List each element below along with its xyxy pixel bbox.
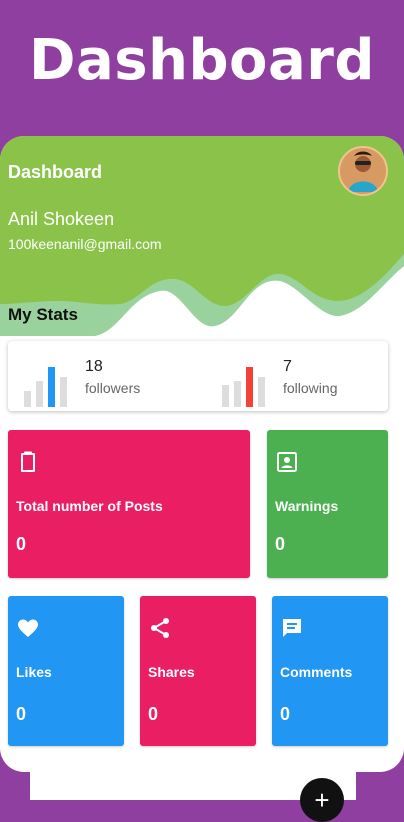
following-label: following [283, 380, 338, 396]
warnings-label: Warnings [275, 498, 339, 514]
bar-chart-icon [222, 367, 265, 407]
comments-label: Comments [280, 664, 353, 680]
comments-value: 0 [280, 704, 291, 724]
warnings-value: 0 [275, 534, 286, 554]
shares-value: 0 [148, 704, 159, 724]
comments-tile[interactable]: Comments 0 [272, 596, 388, 746]
comment-icon [283, 619, 301, 637]
user-name: Anil Shokeen [8, 209, 115, 229]
heart-icon [18, 619, 38, 637]
stats-section-title: My Stats [8, 305, 78, 324]
share-icon [151, 618, 169, 638]
likes-tile[interactable]: Likes 0 [8, 596, 124, 746]
shares-tile[interactable]: Shares 0 [140, 596, 256, 746]
posts-tile[interactable]: Total number of Posts 0 [8, 430, 250, 578]
followers-count: 18 [85, 358, 103, 375]
following-count: 7 [283, 358, 292, 375]
bar-chart-icon [24, 367, 67, 407]
warnings-tile[interactable]: Warnings 0 [267, 430, 388, 578]
account-box-icon [277, 452, 297, 472]
floating-action-button[interactable]: + [300, 778, 344, 822]
posts-label: Total number of Posts [16, 498, 163, 514]
avatar[interactable] [338, 146, 388, 196]
followers-stat[interactable]: 18 followers [8, 341, 198, 411]
clipboard-icon [21, 451, 35, 472]
shares-label: Shares [148, 664, 195, 680]
stats-summary: 18 followers 7 following [8, 341, 388, 411]
followers-label: followers [85, 380, 141, 396]
following-stat[interactable]: 7 following [206, 341, 388, 411]
likes-value: 0 [16, 704, 27, 724]
user-email: 100keenanil@gmail.com [8, 236, 162, 252]
likes-label: Likes [16, 664, 52, 680]
posts-value: 0 [16, 534, 27, 554]
plus-icon: + [314, 785, 330, 815]
avatar-portrait [340, 148, 386, 194]
page-title: Dashboard [28, 28, 376, 93]
dashboard-card: Dashboard Anil Shokeen 100keenanil@gmail… [0, 136, 404, 772]
card-title: Dashboard [8, 162, 103, 182]
